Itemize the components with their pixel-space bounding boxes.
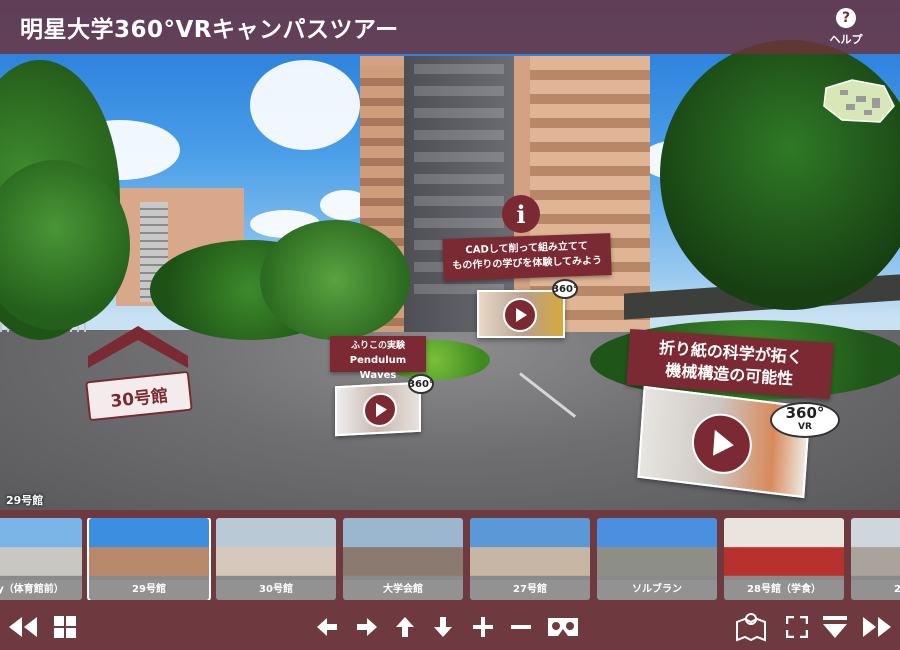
play-triangle: [713, 429, 736, 459]
location-thumbnail[interactable]: 29号館: [87, 518, 211, 600]
play-icon[interactable]: [503, 298, 537, 332]
thumbnail-label: 大学会館: [343, 580, 463, 600]
arrow-right-icon[interactable]: [352, 612, 382, 642]
arrow-left-icon[interactable]: [312, 612, 342, 642]
location-thumbnail[interactable]: ソルブラン: [597, 518, 717, 600]
location-thumbnail-strip[interactable]: Way（体育館前） 29号館 30号館大学会館 27号館ソルブラン 28号館（学食） 28…: [0, 518, 900, 600]
thumbnail-label: 28号館（学食）: [724, 580, 844, 600]
control-bar: [0, 608, 900, 648]
panorama-viewer[interactable]: 30号館 i CADして削って組み立てて もの作りの学びを体験してみよう 360…: [0, 0, 900, 510]
help-button[interactable]: ? ヘルプ: [824, 8, 868, 47]
hotspot-pendulum-sign[interactable]: ふりこの実験 Pendulum Waves: [330, 336, 426, 381]
current-location-label: 29号館: [6, 494, 44, 507]
tree: [260, 220, 410, 340]
cloud: [250, 60, 360, 150]
fullscreen-icon[interactable]: [782, 612, 812, 642]
zoom-in-icon[interactable]: [468, 612, 498, 642]
location-thumbnail[interactable]: 28号館: [851, 518, 900, 600]
vr-360-badge: 360° VR: [770, 402, 840, 438]
location-thumbnail[interactable]: 大学会館: [343, 518, 463, 600]
grid-icon[interactable]: [50, 612, 80, 642]
hotspot-cad-sign[interactable]: CADして削って組み立てて もの作りの学びを体験してみよう: [442, 233, 612, 281]
play-triangle: [375, 402, 387, 418]
location-thumbnail[interactable]: Way（体育館前）: [0, 518, 82, 600]
thumbnail-label: Way（体育館前）: [0, 580, 82, 600]
zoom-out-icon[interactable]: [506, 612, 536, 642]
info-icon[interactable]: i: [502, 195, 540, 233]
vr-360-badge: 360°: [408, 374, 434, 394]
collapse-icon[interactable]: [820, 612, 850, 642]
arrow-down-icon[interactable]: [428, 612, 458, 642]
location-thumbnail[interactable]: 30号館: [216, 518, 336, 600]
map-icon[interactable]: [734, 612, 768, 642]
location-thumbnail[interactable]: 27号館: [470, 518, 590, 600]
play-triangle: [515, 308, 527, 322]
thumbnail-label: 30号館: [216, 580, 336, 600]
help-label: ヘルプ: [829, 33, 863, 46]
header-bar: 明星大学360°VRキャンパスツアー ? ヘルプ: [0, 0, 900, 54]
thumbnail-label: 28号館: [851, 580, 900, 600]
arrow-up-icon[interactable]: [390, 612, 420, 642]
hotspot-pendulum-line1: ふりこの実験: [350, 341, 405, 351]
location-thumbnail[interactable]: 28号館（学食）: [724, 518, 844, 600]
thumbnail-label: 27号館: [470, 580, 590, 600]
hotspot-cad-video[interactable]: [477, 290, 565, 338]
fast-forward-icon[interactable]: [860, 612, 894, 642]
rewind-icon[interactable]: [6, 612, 40, 642]
minimap[interactable]: [822, 76, 896, 126]
thumbnail-label: 29号館: [89, 580, 209, 600]
bottom-panel: Way（体育館前） 29号館 30号館大学会館 27号館ソルブラン 28号館（学食） 28…: [0, 510, 900, 650]
hotspot-pendulum-video[interactable]: [335, 381, 421, 437]
question-icon: ?: [836, 8, 856, 28]
vr-360-badge: 360°: [552, 279, 578, 299]
vr-goggles-icon[interactable]: [544, 612, 582, 642]
nav-arrow-icon[interactable]: [88, 318, 188, 368]
thumbnail-label: ソルブラン: [597, 580, 717, 600]
app-title: 明星大学360°VRキャンパスツアー: [20, 17, 399, 43]
